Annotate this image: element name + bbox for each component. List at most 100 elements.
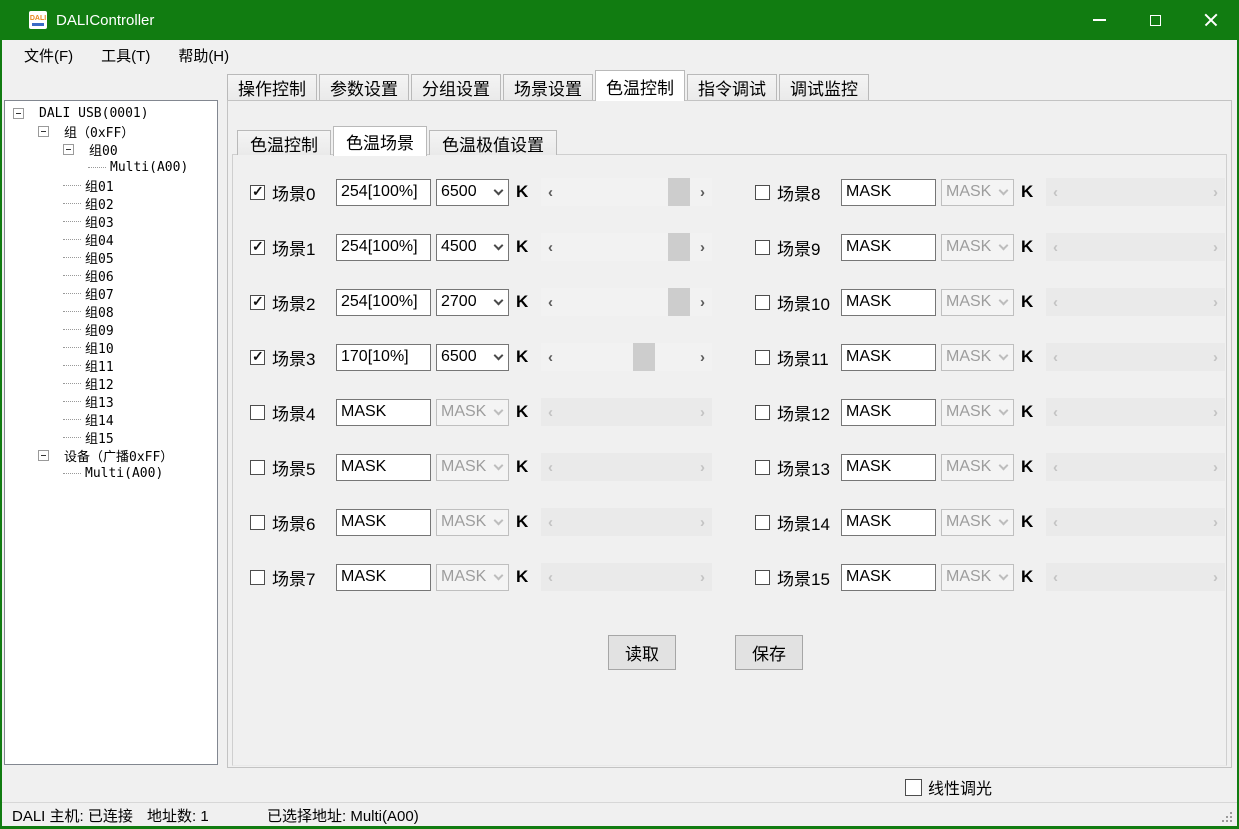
tab-分组设置[interactable]: 分组设置 (411, 74, 501, 100)
scroll-right-icon[interactable]: › (700, 460, 705, 475)
color-temp-select[interactable]: MASK (436, 399, 509, 426)
color-temp-scrollbar[interactable]: ‹ › (1046, 288, 1225, 316)
color-temp-select[interactable]: MASK (436, 564, 509, 591)
tab-操作控制[interactable]: 操作控制 (227, 74, 317, 100)
color-temp-scrollbar[interactable]: ‹ › (541, 508, 712, 536)
color-temp-select[interactable]: MASK (436, 454, 509, 481)
scrollbar-thumb[interactable] (668, 233, 690, 261)
scene-checkbox[interactable] (250, 185, 265, 200)
scene-checkbox[interactable] (250, 350, 265, 365)
menu-help[interactable]: 帮助(H) (168, 40, 239, 70)
scroll-right-icon[interactable]: › (1213, 350, 1218, 365)
brightness-input[interactable] (841, 564, 936, 591)
scroll-right-icon[interactable]: › (700, 405, 705, 420)
subtab-色温控制[interactable]: 色温控制 (237, 130, 331, 155)
scroll-right-icon[interactable]: › (700, 185, 705, 200)
scene-checkbox[interactable] (250, 405, 265, 420)
color-temp-select[interactable]: MASK (941, 344, 1014, 371)
scroll-left-icon[interactable]: ‹ (1053, 460, 1058, 475)
device-tree[interactable]: DALI USB(0001)组（0xFF）组00Multi(A00)组01组02… (4, 100, 218, 765)
tree-item[interactable]: 组15 (5, 428, 217, 446)
scene-checkbox[interactable] (755, 185, 770, 200)
scroll-left-icon[interactable]: ‹ (548, 350, 553, 365)
brightness-input[interactable] (841, 509, 936, 536)
color-temp-scrollbar[interactable]: ‹ › (1046, 453, 1225, 481)
tree-item[interactable]: 组00 (5, 140, 217, 158)
scroll-right-icon[interactable]: › (1213, 185, 1218, 200)
color-temp-select[interactable]: MASK (941, 454, 1014, 481)
scene-checkbox[interactable] (250, 460, 265, 475)
scene-checkbox[interactable] (755, 240, 770, 255)
collapse-icon[interactable] (13, 108, 24, 119)
color-temp-select[interactable]: MASK (941, 399, 1014, 426)
color-temp-scrollbar[interactable]: ‹ › (1046, 563, 1225, 591)
tree-item[interactable]: 组11 (5, 356, 217, 374)
tree-item[interactable]: Multi(A00) (5, 464, 217, 482)
scroll-left-icon[interactable]: ‹ (548, 295, 553, 310)
color-temp-select[interactable]: MASK (941, 564, 1014, 591)
brightness-input[interactable] (336, 289, 431, 316)
resize-grip[interactable] (1222, 812, 1232, 822)
brightness-input[interactable] (841, 344, 936, 371)
scroll-left-icon[interactable]: ‹ (548, 570, 553, 585)
scroll-right-icon[interactable]: › (1213, 405, 1218, 420)
tab-场景设置[interactable]: 场景设置 (503, 74, 593, 100)
color-temp-scrollbar[interactable]: ‹ › (541, 233, 712, 261)
scroll-left-icon[interactable]: ‹ (1053, 185, 1058, 200)
color-temp-scrollbar[interactable]: ‹ › (1046, 398, 1225, 426)
collapse-icon[interactable] (38, 450, 49, 461)
maximize-button[interactable] (1127, 0, 1183, 40)
scroll-left-icon[interactable]: ‹ (1053, 405, 1058, 420)
color-temp-scrollbar[interactable]: ‹ › (541, 398, 712, 426)
close-button[interactable] (1183, 0, 1239, 40)
brightness-input[interactable] (841, 454, 936, 481)
linear-dimming-checkbox[interactable] (905, 779, 922, 796)
scroll-right-icon[interactable]: › (1213, 570, 1218, 585)
color-temp-scrollbar[interactable]: ‹ › (541, 563, 712, 591)
scroll-left-icon[interactable]: ‹ (548, 240, 553, 255)
tree-item[interactable]: 组02 (5, 194, 217, 212)
tree-item[interactable]: 组12 (5, 374, 217, 392)
color-temp-select[interactable]: 6500 (436, 344, 509, 371)
scroll-right-icon[interactable]: › (700, 570, 705, 585)
tree-item[interactable]: 设备（广播0xFF） (5, 446, 217, 464)
scroll-left-icon[interactable]: ‹ (1053, 570, 1058, 585)
tab-色温控制[interactable]: 色温控制 (595, 70, 685, 101)
color-temp-scrollbar[interactable]: ‹ › (1046, 178, 1225, 206)
scene-checkbox[interactable] (755, 460, 770, 475)
scroll-left-icon[interactable]: ‹ (548, 185, 553, 200)
scene-checkbox[interactable] (250, 570, 265, 585)
scroll-right-icon[interactable]: › (700, 350, 705, 365)
tab-指令调试[interactable]: 指令调试 (687, 74, 777, 100)
color-temp-scrollbar[interactable]: ‹ › (541, 453, 712, 481)
brightness-input[interactable] (336, 234, 431, 261)
color-temp-scrollbar[interactable]: ‹ › (1046, 343, 1225, 371)
scene-checkbox[interactable] (755, 295, 770, 310)
brightness-input[interactable] (841, 234, 936, 261)
scene-checkbox[interactable] (250, 295, 265, 310)
scroll-left-icon[interactable]: ‹ (548, 405, 553, 420)
tree-item[interactable]: 组13 (5, 392, 217, 410)
tree-item[interactable]: 组05 (5, 248, 217, 266)
tab-调试监控[interactable]: 调试监控 (779, 74, 869, 100)
color-temp-select[interactable]: 6500 (436, 179, 509, 206)
brightness-input[interactable] (841, 399, 936, 426)
brightness-input[interactable] (336, 564, 431, 591)
color-temp-select[interactable]: MASK (941, 179, 1014, 206)
scroll-left-icon[interactable]: ‹ (1053, 240, 1058, 255)
brightness-input[interactable] (336, 509, 431, 536)
read-button[interactable]: 读取 (608, 635, 676, 670)
scrollbar-thumb[interactable] (668, 288, 690, 316)
scroll-left-icon[interactable]: ‹ (548, 515, 553, 530)
scrollbar-thumb[interactable] (633, 343, 655, 371)
collapse-icon[interactable] (38, 126, 49, 137)
brightness-input[interactable] (336, 399, 431, 426)
scroll-right-icon[interactable]: › (1213, 295, 1218, 310)
tree-item[interactable]: 组01 (5, 176, 217, 194)
scene-checkbox[interactable] (250, 240, 265, 255)
color-temp-select[interactable]: 4500 (436, 234, 509, 261)
brightness-input[interactable] (841, 179, 936, 206)
color-temp-select[interactable]: MASK (436, 509, 509, 536)
scrollbar-thumb[interactable] (668, 178, 690, 206)
tree-item[interactable]: 组07 (5, 284, 217, 302)
